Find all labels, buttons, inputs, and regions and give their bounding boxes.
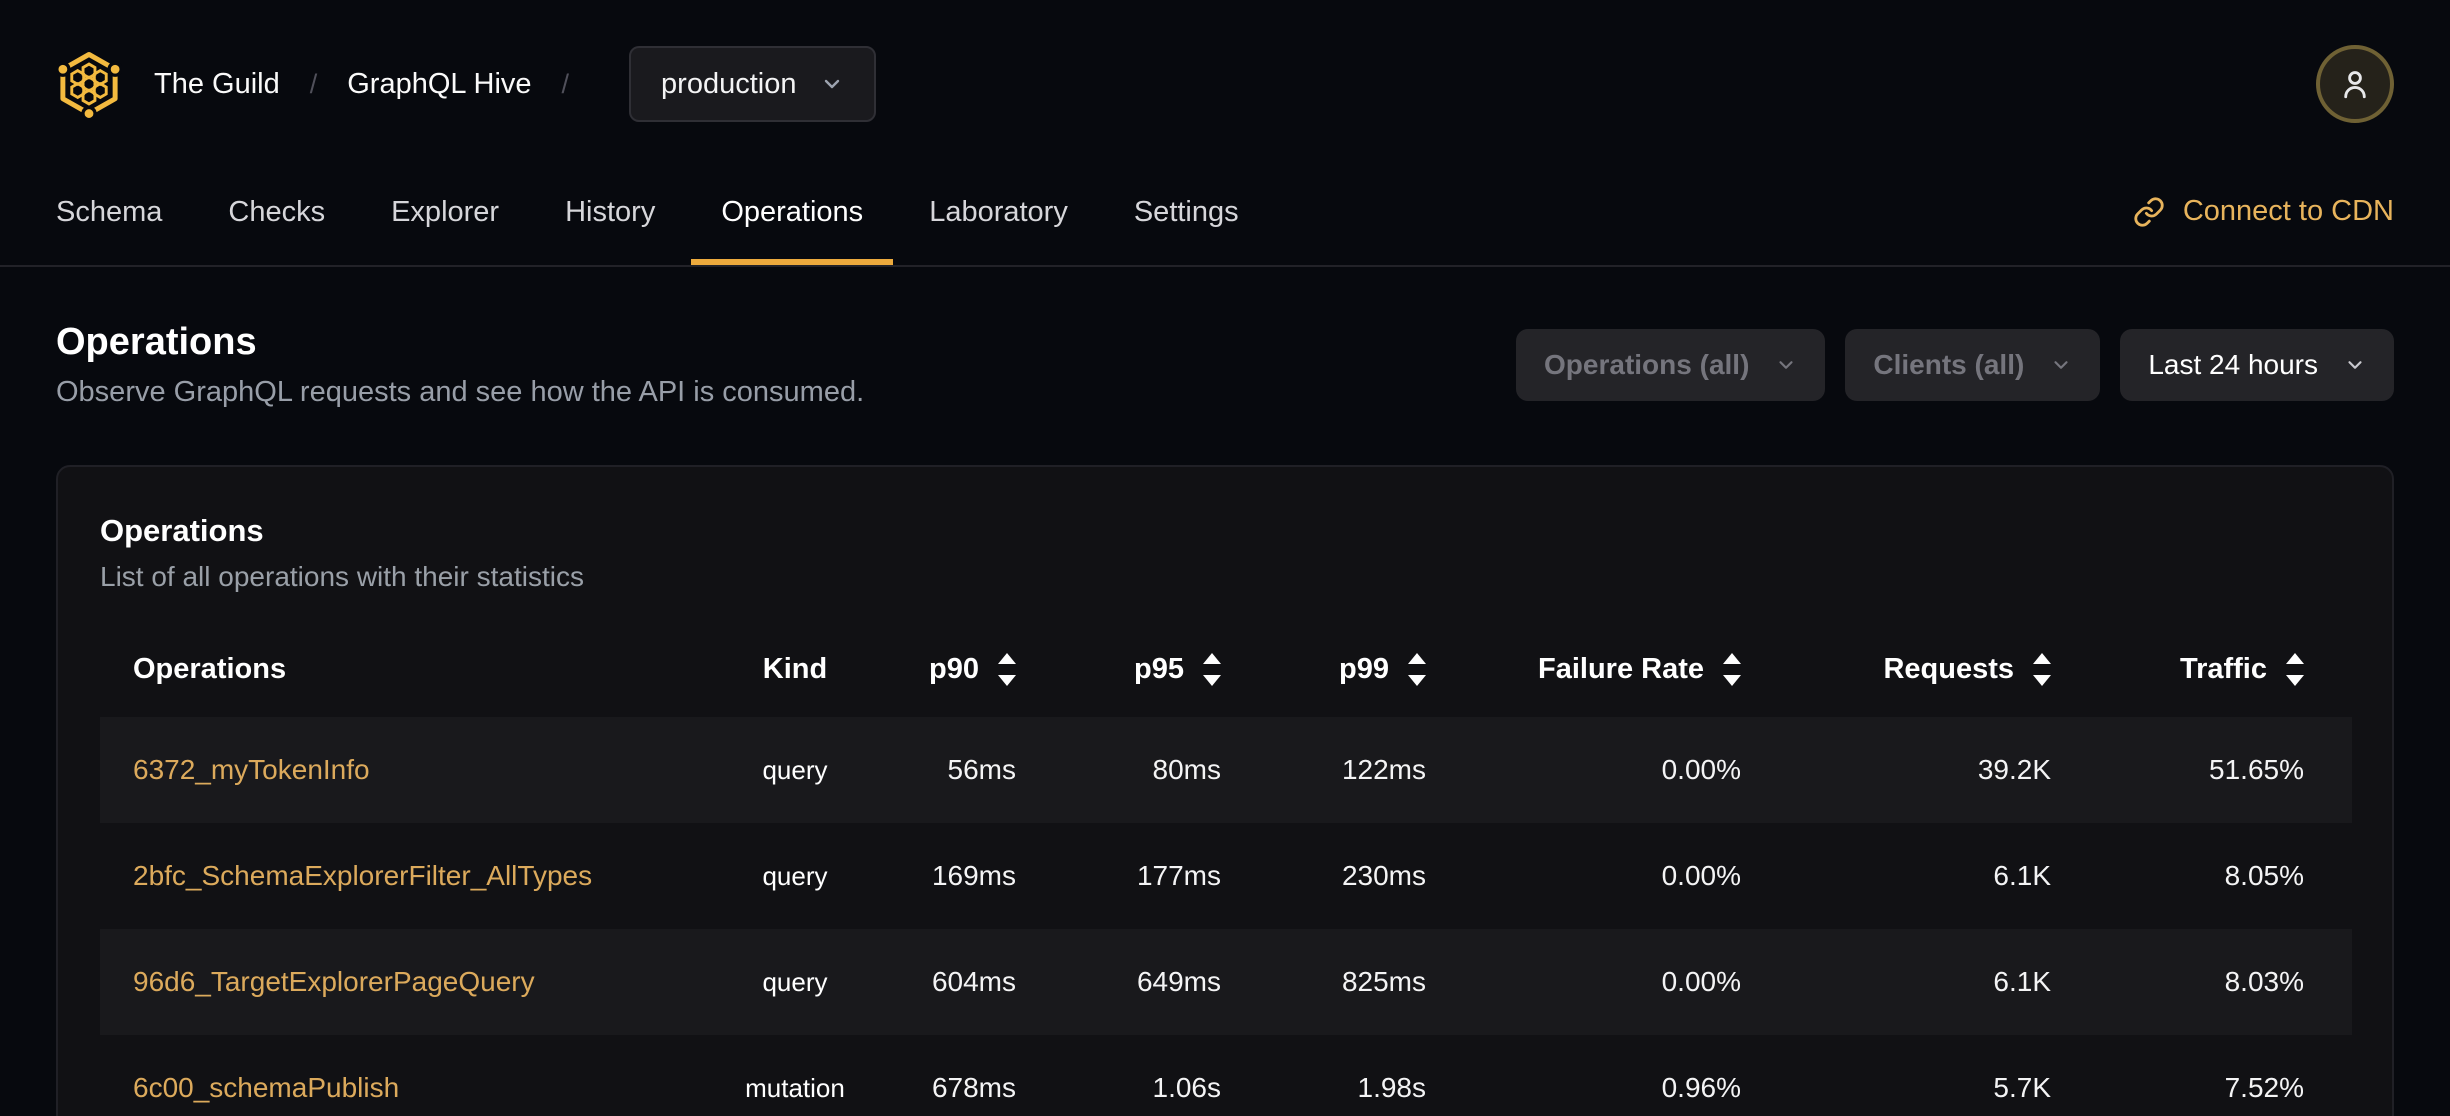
card-subtitle: List of all operations with their statis… xyxy=(100,561,584,592)
tab-explorer[interactable]: Explorer xyxy=(391,168,499,265)
column-header-operations: Operations xyxy=(133,652,287,685)
main-content: Operations Observe GraphQL requests and … xyxy=(0,321,2450,1116)
period-filter-dropdown[interactable]: Last 24 hours xyxy=(2120,329,2394,401)
operation-kind: query xyxy=(762,860,828,891)
sort-icon xyxy=(1408,652,1426,686)
user-menu-button[interactable] xyxy=(2316,45,2394,123)
column-header-p95[interactable]: p95 xyxy=(1040,621,1245,717)
operations-table: Operations Kind p90 p95 p99 Failure Rate… xyxy=(100,621,2352,1116)
target-selector-dropdown[interactable]: production xyxy=(629,46,877,122)
operations-card: Operations List of all operations with t… xyxy=(56,465,2394,1116)
operation-p95: 80ms xyxy=(1152,754,1221,785)
sort-icon xyxy=(2286,652,2304,686)
filter-bar: Operations (all) Clients (all) Last 24 h… xyxy=(1516,329,2394,401)
sort-icon xyxy=(998,652,1016,686)
operation-kind: query xyxy=(762,966,828,997)
user-icon xyxy=(2337,66,2373,102)
operation-p99: 1.98s xyxy=(1357,1072,1427,1103)
operation-p99: 825ms xyxy=(1341,966,1426,997)
operation-p99: 230ms xyxy=(1341,860,1426,891)
table-row: 6c00_schemaPublish mutation 678ms 1.06s … xyxy=(100,1035,2352,1116)
operation-traffic: 7.52% xyxy=(2224,1072,2304,1103)
tab-laboratory[interactable]: Laboratory xyxy=(929,168,1068,265)
operation-requests: 5.7K xyxy=(1993,1072,2051,1103)
operations-filter-label: Operations (all) xyxy=(1544,349,1750,380)
breadcrumb: The Guild / GraphQL Hive / xyxy=(154,68,599,101)
breadcrumb-org-link[interactable]: The Guild xyxy=(154,68,280,101)
sort-icon xyxy=(1203,652,1221,686)
operation-requests: 6.1K xyxy=(1993,966,2051,997)
page-header: Operations Observe GraphQL requests and … xyxy=(56,321,2394,409)
column-header-p90[interactable]: p90 xyxy=(910,621,1040,717)
operation-failure-rate: 0.00% xyxy=(1661,754,1741,785)
operation-traffic: 8.05% xyxy=(2224,860,2304,891)
sort-icon xyxy=(2033,652,2051,686)
operation-p95: 1.06s xyxy=(1152,1072,1222,1103)
operation-failure-rate: 0.00% xyxy=(1661,860,1741,891)
sort-icon xyxy=(1723,652,1741,686)
tab-settings[interactable]: Settings xyxy=(1134,168,1239,265)
clients-filter-dropdown[interactable]: Clients (all) xyxy=(1845,329,2101,401)
operation-p90: 169ms xyxy=(931,860,1016,891)
table-row: 96d6_TargetExplorerPageQuery query 604ms… xyxy=(100,929,2352,1035)
operation-p90: 678ms xyxy=(931,1072,1016,1103)
column-header-p99[interactable]: p99 xyxy=(1245,621,1450,717)
page-subtitle: Observe GraphQL requests and see how the… xyxy=(56,376,865,408)
clients-filter-label: Clients (all) xyxy=(1873,349,2025,380)
link-icon xyxy=(2133,196,2165,228)
tab-schema[interactable]: Schema xyxy=(56,168,162,265)
table-row: 6372_myTokenInfo query 56ms 80ms 122ms 0… xyxy=(100,717,2352,823)
chevron-down-icon xyxy=(2344,354,2366,376)
breadcrumb-separator: / xyxy=(561,68,570,99)
chevron-down-icon xyxy=(820,72,844,96)
connect-to-cdn-link[interactable]: Connect to CDN xyxy=(2133,195,2394,228)
operation-kind: mutation xyxy=(745,1072,845,1103)
operation-failure-rate: 0.00% xyxy=(1661,966,1741,997)
column-header-kind: Kind xyxy=(762,652,828,685)
period-filter-label: Last 24 hours xyxy=(2148,349,2318,380)
table-header-row: Operations Kind p90 p95 p99 Failure Rate… xyxy=(100,621,2352,717)
operation-p90: 56ms xyxy=(947,754,1016,785)
page-title: Operations xyxy=(56,321,257,363)
operation-p95: 177ms xyxy=(1136,860,1221,891)
main-nav: Schema Checks Explorer History Operation… xyxy=(0,168,2450,267)
operation-link[interactable]: 2bfc_SchemaExplorerFilter_AllTypes xyxy=(133,860,592,891)
operation-requests: 6.1K xyxy=(1993,860,2051,891)
connect-to-cdn-label: Connect to CDN xyxy=(2182,195,2394,227)
operation-traffic: 51.65% xyxy=(2209,754,2304,785)
operation-link[interactable]: 6372_myTokenInfo xyxy=(133,754,370,785)
operation-p99: 122ms xyxy=(1341,754,1426,785)
chevron-down-icon xyxy=(2050,354,2072,376)
hive-logo-icon[interactable] xyxy=(56,48,122,120)
column-header-requests[interactable]: Requests xyxy=(1765,621,2075,717)
operation-link[interactable]: 96d6_TargetExplorerPageQuery xyxy=(133,966,535,997)
operation-requests: 39.2K xyxy=(1977,754,2051,785)
nav-tabs: Schema Checks Explorer History Operation… xyxy=(56,168,1239,265)
top-header: The Guild / GraphQL Hive / production xyxy=(0,0,2450,168)
chevron-down-icon xyxy=(1775,354,1797,376)
card-title: Operations xyxy=(100,513,264,548)
column-header-traffic[interactable]: Traffic xyxy=(2075,621,2352,717)
operation-traffic: 8.03% xyxy=(2224,966,2304,997)
operation-link[interactable]: 6c00_schemaPublish xyxy=(133,1072,399,1103)
tab-history[interactable]: History xyxy=(565,168,655,265)
breadcrumb-project-link[interactable]: GraphQL Hive xyxy=(347,68,531,101)
tab-operations[interactable]: Operations xyxy=(691,168,894,265)
column-header-failure-rate[interactable]: Failure Rate xyxy=(1450,621,1765,717)
operation-failure-rate: 0.96% xyxy=(1661,1072,1741,1103)
operations-filter-dropdown[interactable]: Operations (all) xyxy=(1516,329,1826,401)
operation-p90: 604ms xyxy=(931,966,1016,997)
target-selector-value: production xyxy=(661,67,797,100)
table-row: 2bfc_SchemaExplorerFilter_AllTypes query… xyxy=(100,823,2352,929)
breadcrumb-separator: / xyxy=(309,68,318,99)
operation-p95: 649ms xyxy=(1136,966,1221,997)
operation-kind: query xyxy=(762,754,828,785)
tab-checks[interactable]: Checks xyxy=(228,168,325,265)
